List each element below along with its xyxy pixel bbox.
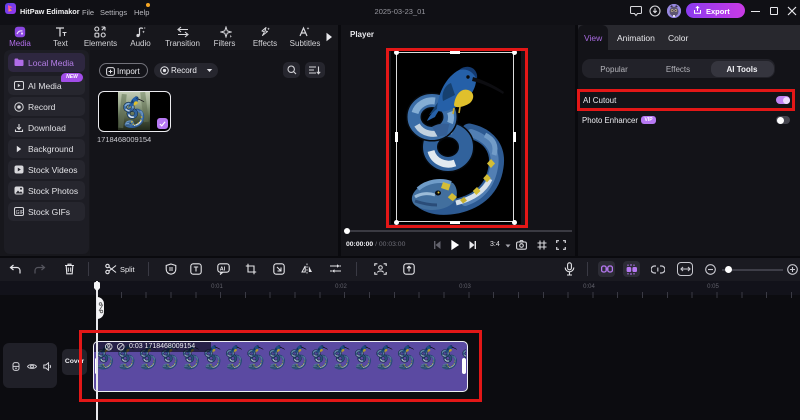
svg-text:GIF: GIF — [16, 210, 24, 216]
svg-text:AI: AI — [220, 266, 226, 272]
